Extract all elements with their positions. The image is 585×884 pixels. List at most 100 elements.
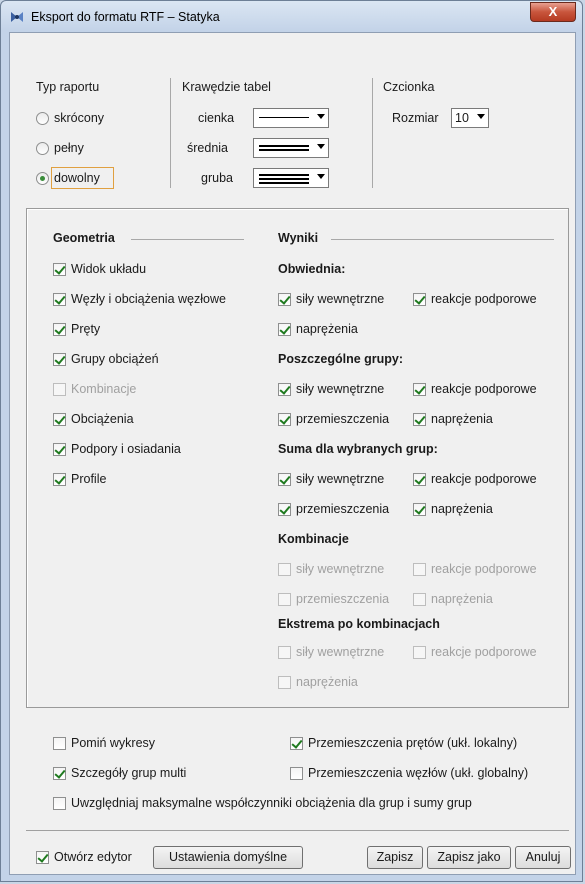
geom-loadgroups-label: Grupy obciążeń	[71, 352, 159, 366]
ext-forces-checkbox[interactable]	[278, 646, 291, 659]
edge-thick-label: gruba	[201, 171, 233, 185]
grp-stresses-checkbox[interactable]	[413, 413, 426, 426]
geom-bars-checkbox[interactable]	[53, 323, 66, 336]
sum-stresses-checkbox[interactable]	[413, 503, 426, 516]
results-rule	[331, 239, 554, 240]
comb-stresses-label: naprężenia	[431, 592, 493, 606]
close-button[interactable]: X	[530, 2, 576, 22]
comb-forces-label: siły wewnętrzne	[296, 562, 385, 576]
comb-stresses-checkbox[interactable]	[413, 593, 426, 606]
close-icon: X	[548, 4, 558, 19]
sum-reactions-label: reakcje podporowe	[431, 472, 537, 486]
node-displacements-checkbox[interactable]	[290, 767, 303, 780]
comb-forces-checkbox[interactable]	[278, 563, 291, 576]
geom-profiles-label: Profile	[71, 472, 107, 486]
edge-medium-select[interactable]	[253, 138, 329, 158]
geom-loadgroups-checkbox[interactable]	[53, 353, 66, 366]
sum-displacements-checkbox[interactable]	[278, 503, 291, 516]
line-thin-sample	[259, 117, 309, 118]
title-bar: Eksport do formatu RTF – Statyka X	[1, 1, 582, 33]
edge-thin-select[interactable]	[253, 108, 329, 128]
sum-forces-checkbox[interactable]	[278, 473, 291, 486]
radio-short[interactable]	[36, 112, 49, 125]
geom-combinations-label: Kombinacje	[71, 382, 137, 396]
content-panel	[26, 208, 569, 708]
chevron-down-icon	[317, 174, 325, 179]
combinations-heading: Kombinacje	[278, 532, 349, 546]
open-editor-label: Otwórz edytor	[54, 850, 132, 864]
results-heading: Wyniki	[278, 231, 319, 245]
env-stresses-checkbox[interactable]	[278, 323, 291, 336]
geom-layout-checkbox[interactable]	[53, 263, 66, 276]
font-size-value: 10	[455, 111, 469, 125]
multi-group-details-label: Szczegóły grup multi	[71, 766, 187, 780]
grp-forces-label: siły wewnętrzne	[296, 382, 385, 396]
grp-displacements-checkbox[interactable]	[278, 413, 291, 426]
comb-displacements-label: przemieszczenia	[296, 592, 390, 606]
skip-charts-checkbox[interactable]	[53, 737, 66, 750]
cancel-button[interactable]: Anuluj	[515, 846, 571, 869]
chevron-down-icon	[317, 114, 325, 119]
ext-reactions-checkbox[interactable]	[413, 646, 426, 659]
geom-loads-label: Obciążenia	[71, 412, 134, 426]
bar-displacements-checkbox[interactable]	[290, 737, 303, 750]
grp-reactions-checkbox[interactable]	[413, 383, 426, 396]
geom-nodes-label: Węzły i obciążenia węzłowe	[71, 292, 226, 306]
save-button[interactable]: Zapisz	[367, 846, 423, 869]
open-editor-checkbox[interactable]	[36, 851, 49, 864]
chevron-down-icon	[317, 144, 325, 149]
node-displacements-label: Przemieszczenia węzłów (ukł. globalny)	[308, 766, 529, 780]
envelope-heading: Obwiednia:	[278, 262, 346, 276]
window-title: Eksport do formatu RTF – Statyka	[31, 10, 220, 24]
geom-loads-checkbox[interactable]	[53, 413, 66, 426]
export-dialog: Eksport do formatu RTF – Statyka X Typ r…	[0, 0, 583, 882]
sum-displacements-label: przemieszczenia	[296, 502, 390, 516]
defaults-button[interactable]: Ustawienia domyślne	[153, 846, 303, 869]
env-reactions-label: reakcje podporowe	[431, 292, 537, 306]
comb-displacements-checkbox[interactable]	[278, 593, 291, 606]
geom-bars-label: Pręty	[71, 322, 101, 336]
app-icon	[11, 12, 23, 22]
grp-forces-checkbox[interactable]	[278, 383, 291, 396]
save-as-button[interactable]: Zapisz jako	[427, 846, 511, 869]
radio-full-label: pełny	[54, 141, 84, 155]
geom-supports-checkbox[interactable]	[53, 443, 66, 456]
env-forces-label: siły wewnętrzne	[296, 292, 385, 306]
comb-reactions-label: reakcje podporowe	[431, 562, 537, 576]
geometry-heading: Geometria	[53, 231, 115, 245]
geometry-rule	[131, 239, 244, 240]
geom-nodes-checkbox[interactable]	[53, 293, 66, 306]
multi-group-details-checkbox[interactable]	[53, 767, 66, 780]
groups-heading: Poszczególne grupy:	[278, 352, 404, 366]
sum-stresses-label: naprężenia	[431, 502, 493, 516]
bar-displacements-label: Przemieszczenia prętów (ukł. lokalny)	[308, 736, 518, 750]
ext-reactions-label: reakcje podporowe	[431, 645, 537, 659]
env-reactions-checkbox[interactable]	[413, 293, 426, 306]
divider-1	[170, 78, 171, 188]
radio-custom[interactable]	[36, 172, 49, 185]
grp-displacements-label: przemieszczenia	[296, 412, 390, 426]
sum-reactions-checkbox[interactable]	[413, 473, 426, 486]
max-load-factors-checkbox[interactable]	[53, 797, 66, 810]
edge-thin-label: cienka	[198, 111, 235, 125]
font-heading: Czcionka	[383, 80, 435, 94]
comb-reactions-checkbox[interactable]	[413, 563, 426, 576]
divider-2	[372, 78, 373, 188]
geom-combinations-checkbox[interactable]	[53, 383, 66, 396]
report-type-heading: Typ raportu	[36, 80, 100, 94]
ext-stresses-checkbox[interactable]	[278, 676, 291, 689]
edge-thick-select[interactable]	[253, 168, 329, 188]
font-size-select[interactable]: 10	[451, 108, 489, 128]
max-load-factors-label: Uwzględniaj maksymalne współczynniki obc…	[71, 796, 472, 810]
env-forces-checkbox[interactable]	[278, 293, 291, 306]
line-medium-sample-a	[259, 145, 309, 147]
geom-profiles-checkbox[interactable]	[53, 473, 66, 486]
footer-divider	[26, 830, 569, 831]
radio-full[interactable]	[36, 142, 49, 155]
line-thick-sample-b	[259, 178, 309, 180]
line-thick-sample-c	[259, 182, 309, 184]
table-edges-heading: Krawędzie tabel	[182, 80, 271, 94]
geom-supports-label: Podpory i osiadania	[71, 442, 181, 456]
ext-stresses-label: naprężenia	[296, 675, 358, 689]
line-medium-sample-b	[259, 149, 309, 151]
